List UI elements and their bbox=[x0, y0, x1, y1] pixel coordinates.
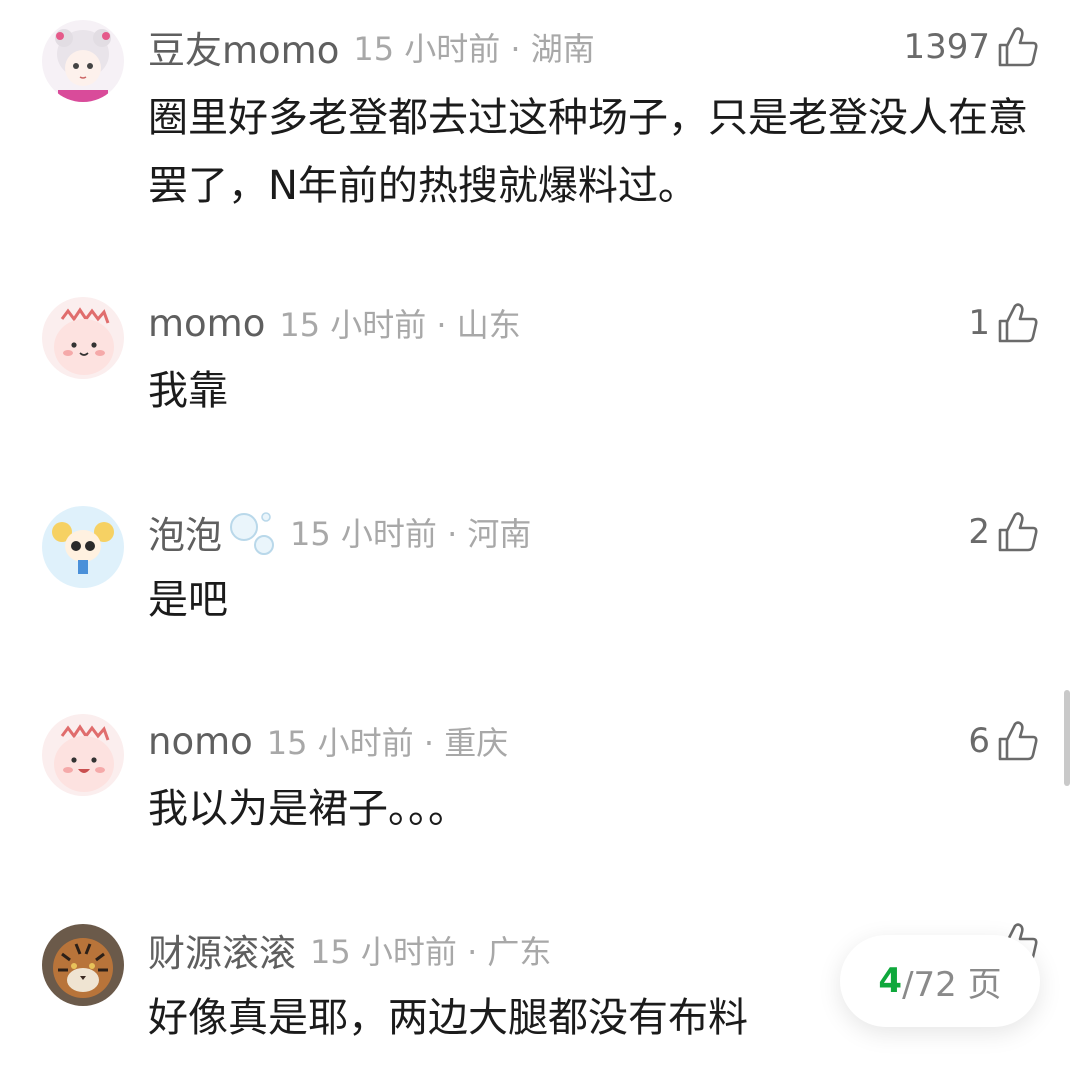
username[interactable]: 豆友momo bbox=[148, 20, 339, 74]
comment-text: 我靠 bbox=[148, 368, 228, 414]
total-pages: /72 页 bbox=[902, 964, 1002, 1005]
comment-meta: 泡泡 15 小时前 · 河南 bbox=[148, 507, 531, 557]
time-location: 15 小时前 · 湖南 bbox=[353, 30, 595, 68]
time-location: 15 小时前 · 河南 bbox=[290, 515, 532, 553]
username[interactable]: 泡泡 bbox=[148, 505, 222, 559]
thumbs-up-icon bbox=[998, 512, 1038, 552]
avatar[interactable] bbox=[42, 20, 124, 102]
comment-meta: momo 15 小时前 · 山东 bbox=[148, 298, 521, 348]
username[interactable]: momo bbox=[148, 302, 265, 345]
time-location: 15 小时前 · 重庆 bbox=[266, 724, 509, 762]
comment-meta: 豆友momo 15 小时前 · 湖南 bbox=[148, 22, 595, 72]
username[interactable]: 财源滚滚 bbox=[148, 923, 296, 977]
like-button[interactable]: 1 bbox=[968, 298, 1040, 348]
comment-text: 圈里好多老登都去过这种场子，只是老登没人在意罢了，N年前的热搜就爆料过。 bbox=[148, 95, 1028, 209]
bubbles-icon bbox=[230, 512, 274, 555]
time-location: 15 小时前 · 广东 bbox=[310, 933, 552, 971]
username[interactable]: nomo bbox=[148, 720, 253, 763]
avatar-cartoon-girl-image bbox=[42, 506, 124, 588]
page-indicator[interactable]: 4 /72 页 bbox=[840, 935, 1040, 1027]
comment-text: 我以为是裙子。。。 bbox=[148, 786, 468, 832]
avatar-anime-girl-image bbox=[42, 20, 124, 102]
avatar[interactable] bbox=[42, 714, 124, 796]
time-location: 15 小时前 · 山东 bbox=[279, 306, 521, 344]
like-count: 1397 bbox=[903, 27, 990, 67]
like-button[interactable]: 1397 bbox=[903, 22, 1040, 72]
avatar[interactable] bbox=[42, 297, 124, 379]
thumbs-up-icon bbox=[998, 303, 1038, 343]
like-count: 2 bbox=[968, 512, 990, 552]
comment-meta: nomo 15 小时前 · 重庆 bbox=[148, 716, 508, 766]
current-page: 4 bbox=[878, 961, 903, 1001]
comment-text: 是吧 bbox=[148, 577, 228, 623]
avatar-pink-blob-image bbox=[42, 714, 124, 796]
like-count: 1 bbox=[968, 303, 990, 343]
scrollbar[interactable] bbox=[1064, 690, 1070, 786]
avatar-pink-blob-image bbox=[42, 297, 124, 379]
like-count: 6 bbox=[968, 721, 990, 761]
like-button[interactable]: 2 bbox=[968, 507, 1040, 557]
avatar-tiger-image bbox=[42, 924, 124, 1006]
avatar[interactable] bbox=[42, 506, 124, 588]
avatar[interactable] bbox=[42, 924, 124, 1006]
like-button[interactable]: 6 bbox=[968, 716, 1040, 766]
thumbs-up-icon bbox=[998, 27, 1038, 67]
comment-meta: 财源滚滚 15 小时前 · 广东 bbox=[148, 925, 551, 975]
thumbs-up-icon bbox=[998, 721, 1038, 761]
